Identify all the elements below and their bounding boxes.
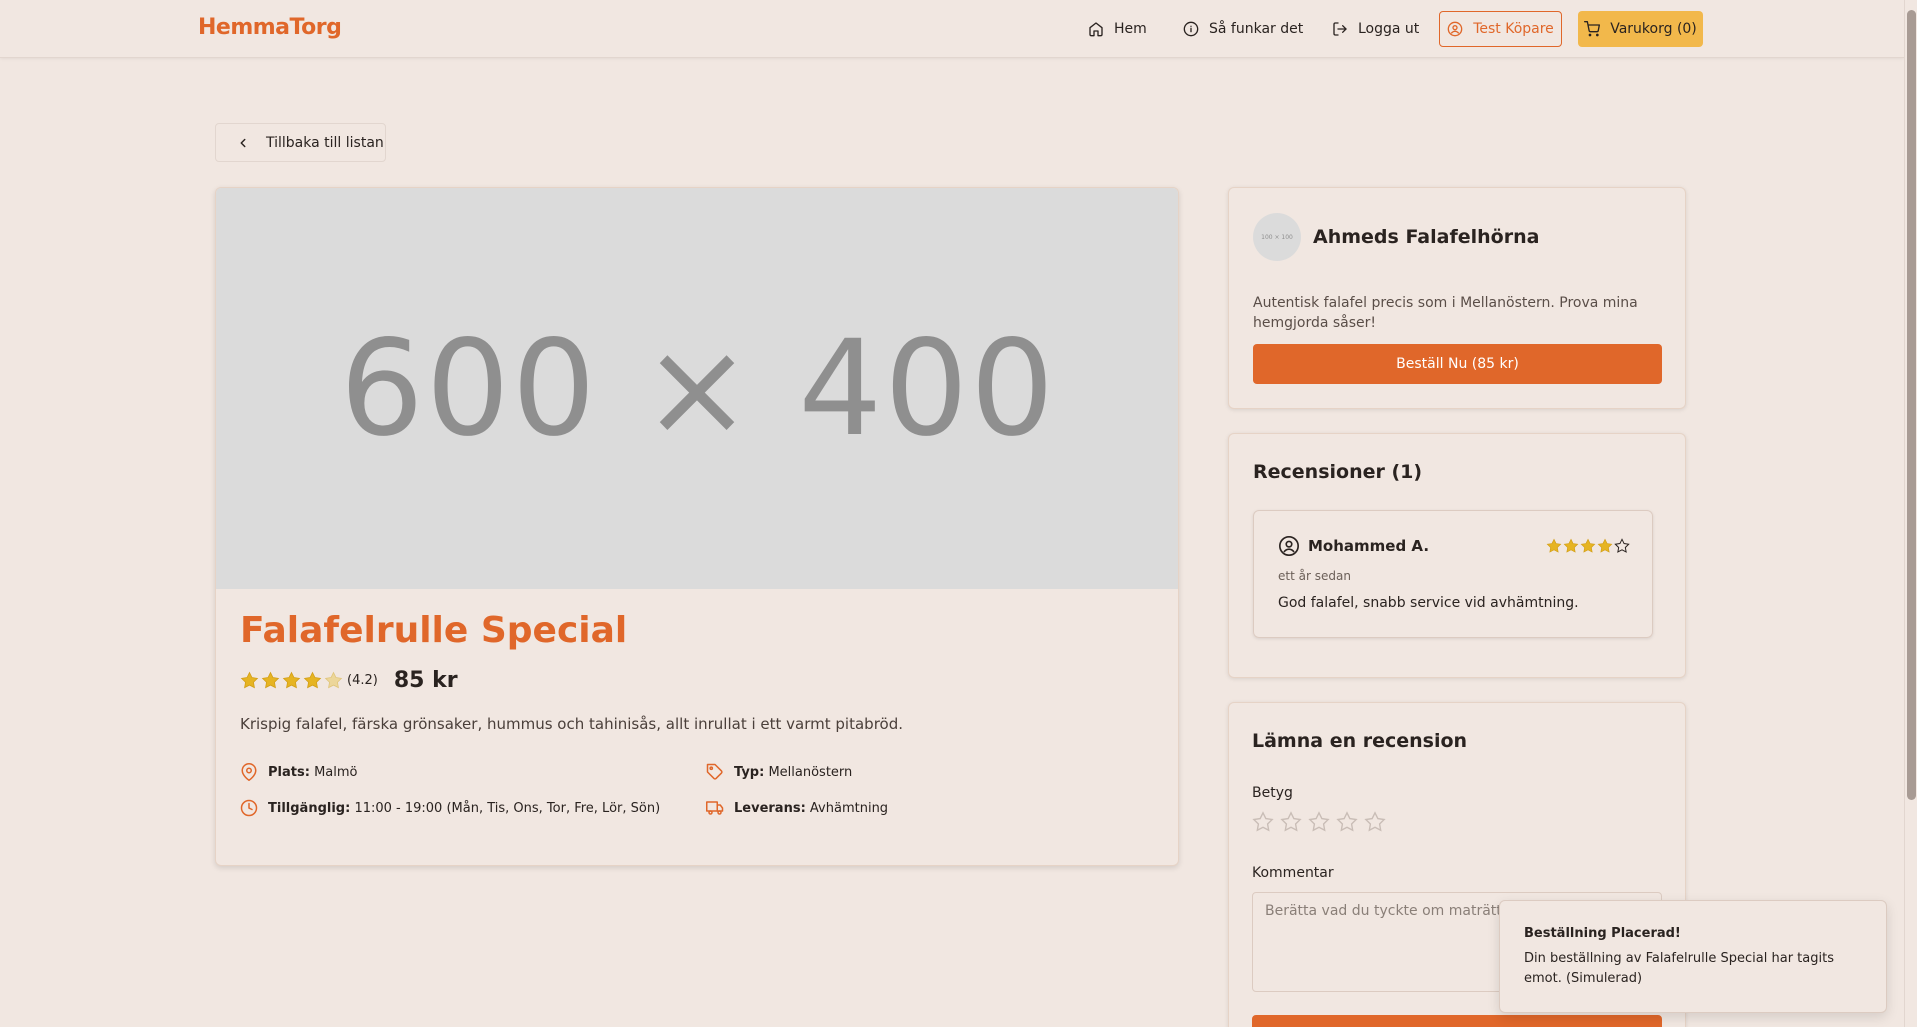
star-full-icon [261,671,280,688]
rating-stars [240,671,343,690]
avatar-placeholder-text: 100 × 100 [1261,233,1293,241]
reviews-heading: Recensioner (1) [1253,461,1423,483]
review-user: Mohammed A. [1278,535,1429,557]
clock-icon [240,799,258,817]
star-empty-icon[interactable] [1336,811,1358,833]
user-profile-label: Test Köpare [1473,21,1554,37]
product-card: 600 × 400 Falafelrulle Special (4.2) 85 … [215,187,1179,866]
star-empty-icon [1614,538,1630,553]
truck-icon [706,801,724,815]
seller-name: Ahmeds Falafelhörna [1313,226,1540,248]
star-empty-icon[interactable] [1280,811,1302,833]
info-location-value: Malmö [314,764,358,780]
nav-home-link[interactable]: Hem [1088,16,1147,42]
star-full-icon [240,671,259,688]
info-delivery: Leverans: Avhämtning [706,799,888,817]
info-availability: Tillgänglig: 11:00 - 19:00 (Mån, Tis, On… [240,799,660,817]
nav-how-link[interactable]: Så funkar det [1183,16,1303,42]
toast-title: Beställning Placerad! [1524,926,1681,941]
toast-message: Din beställning av Falafelrulle Special … [1524,951,1834,986]
star-empty-icon[interactable] [1308,811,1330,833]
star-full-icon [303,671,322,688]
user-circle-icon [1447,21,1463,37]
chevron-left-icon [240,138,246,147]
rating-label: Betyg [1252,785,1293,801]
cart-label: Varukorg (0) [1610,21,1697,37]
info-type-value: Mellanöstern [768,764,853,780]
seller-description: Autentisk falafel precis som i Mellanöst… [1253,295,1638,331]
seller-card: 100 × 100 Ahmeds Falafelhörna Autentisk … [1228,187,1686,409]
star-full-icon [1597,538,1613,553]
info-delivery-label: Leverans: [734,800,806,816]
star-empty-icon[interactable] [1364,811,1386,833]
nav-how-label: Så funkar det [1209,21,1304,37]
star-partial-icon [324,671,343,688]
order-now-button[interactable]: Beställ Nu (85 kr) [1253,344,1662,384]
review-date: ett år sedan [1278,569,1351,583]
info-location-label: Plats: [268,764,310,780]
logout-icon [1333,22,1347,36]
info-availability-label: Tillgänglig: [268,800,351,816]
product-description: Krispig falafel, färska grönsaker, hummu… [240,715,904,733]
nav-logout-link[interactable]: Logga ut [1332,16,1419,42]
scrollbar-thumb[interactable] [1907,10,1916,800]
info-icon [1183,21,1199,37]
star-full-icon [1580,538,1596,553]
nav-logout-label: Logga ut [1358,21,1420,37]
rating-input[interactable] [1252,811,1386,833]
leave-review-heading: Lämna en recension [1252,730,1468,752]
info-type-label: Typ: [734,764,765,780]
image-placeholder-text: 600 × 400 [339,311,1057,466]
comment-placeholder: Berätta vad du tyckte om maträtten... [1265,903,1533,919]
review-user-name: Mohammed A. [1308,537,1430,555]
home-icon [1089,22,1103,37]
submit-review-button[interactable] [1252,1015,1662,1027]
info-availability-value: 11:00 - 19:00 (Mån, Tis, Ons, Tor, Fre, … [354,800,661,816]
top-navbar: HemmaTorg Hem Så funkar det Logga ut Tes… [0,0,1904,58]
cart-button[interactable]: Varukorg (0) [1578,11,1703,47]
review-stars [1546,538,1630,554]
order-toast: Beställning Placerad! Din beställning av… [1499,900,1887,1013]
site-logo[interactable]: HemmaTorg [198,15,342,40]
star-full-icon [282,671,301,688]
product-image: 600 × 400 [216,188,1178,589]
rating-value: (4.2) [347,672,378,688]
user-profile-button[interactable]: Test Köpare [1439,11,1562,47]
info-delivery-value: Avhämtning [809,800,889,816]
review-text: God falafel, snabb service vid avhämtnin… [1278,595,1579,611]
product-price: 85 kr [393,667,458,693]
seller-avatar: 100 × 100 [1253,213,1301,261]
user-circle-icon [1279,536,1299,556]
info-type: Typ: Mellanöstern [706,763,852,781]
star-empty-icon[interactable] [1252,811,1274,833]
star-full-icon [1546,538,1562,553]
product-title: Falafelrulle Special [240,610,628,651]
back-to-list-button[interactable]: Tillbaka till listan [215,123,386,162]
page-scrollbar[interactable] [1904,0,1917,1027]
star-full-icon [1563,538,1579,553]
product-rating: (4.2) 85 kr [240,667,458,693]
tag-icon [706,763,723,780]
cart-icon [1584,21,1601,37]
review-item: Mohammed A. ett år sedan God falafel, sn… [1253,510,1653,638]
back-label: Tillbaka till listan [266,134,384,151]
map-pin-icon [241,763,257,781]
info-location: Plats: Malmö [240,763,357,781]
nav-home-label: Hem [1114,21,1147,37]
comment-label: Kommentar [1252,865,1334,881]
reviews-card: Recensioner (1) Mohammed A. ett år sedan… [1228,433,1686,678]
